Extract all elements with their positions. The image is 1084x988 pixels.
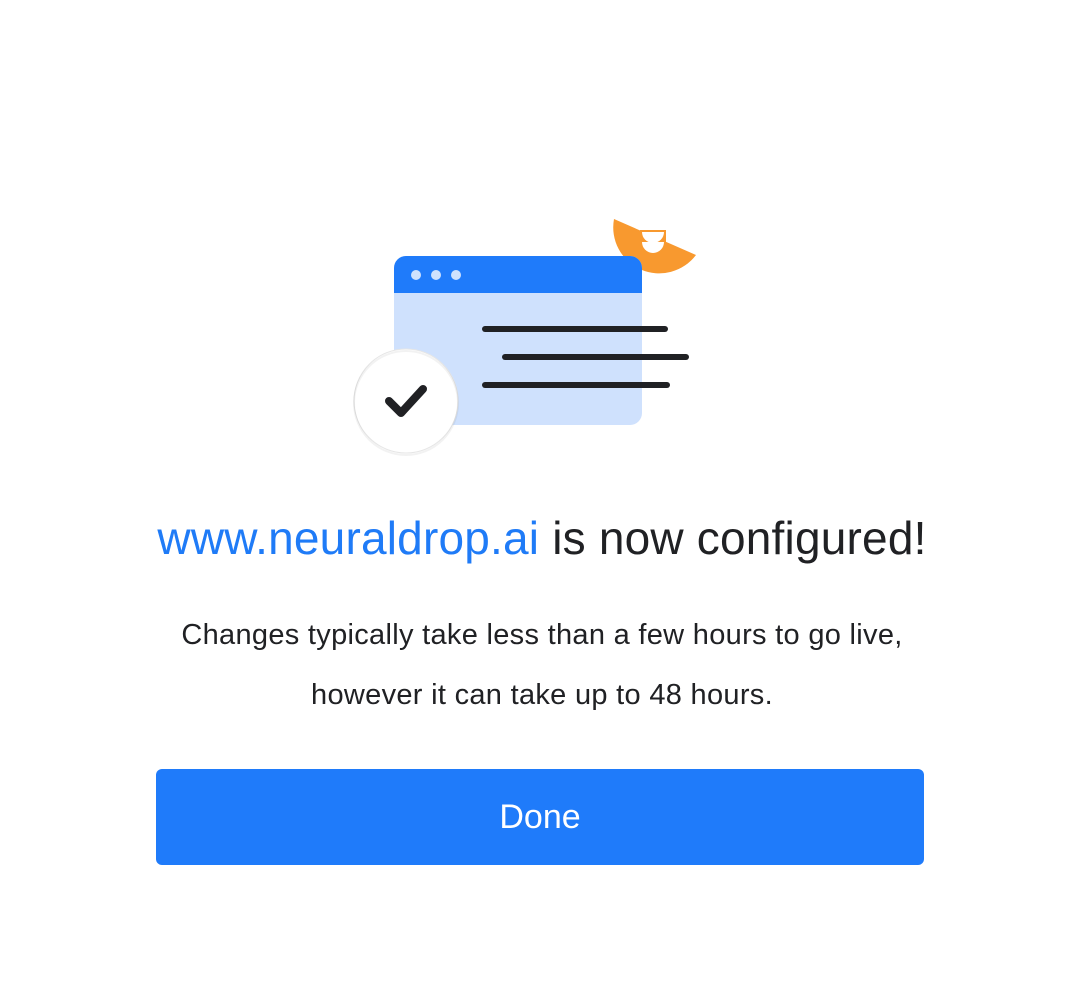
done-button[interactable]: Done [156,769,924,865]
checkmark-icon [353,348,459,456]
browser-window-icon [353,219,696,456]
configuration-note: Changes typically take less than a few h… [181,619,903,711]
success-illustration [340,210,710,470]
configured-domain: www.neuraldrop.ai [157,512,540,564]
page-title: www.neuraldrop.ai is now configured! [0,506,1084,570]
headline-suffix: is now configured! [539,512,927,564]
